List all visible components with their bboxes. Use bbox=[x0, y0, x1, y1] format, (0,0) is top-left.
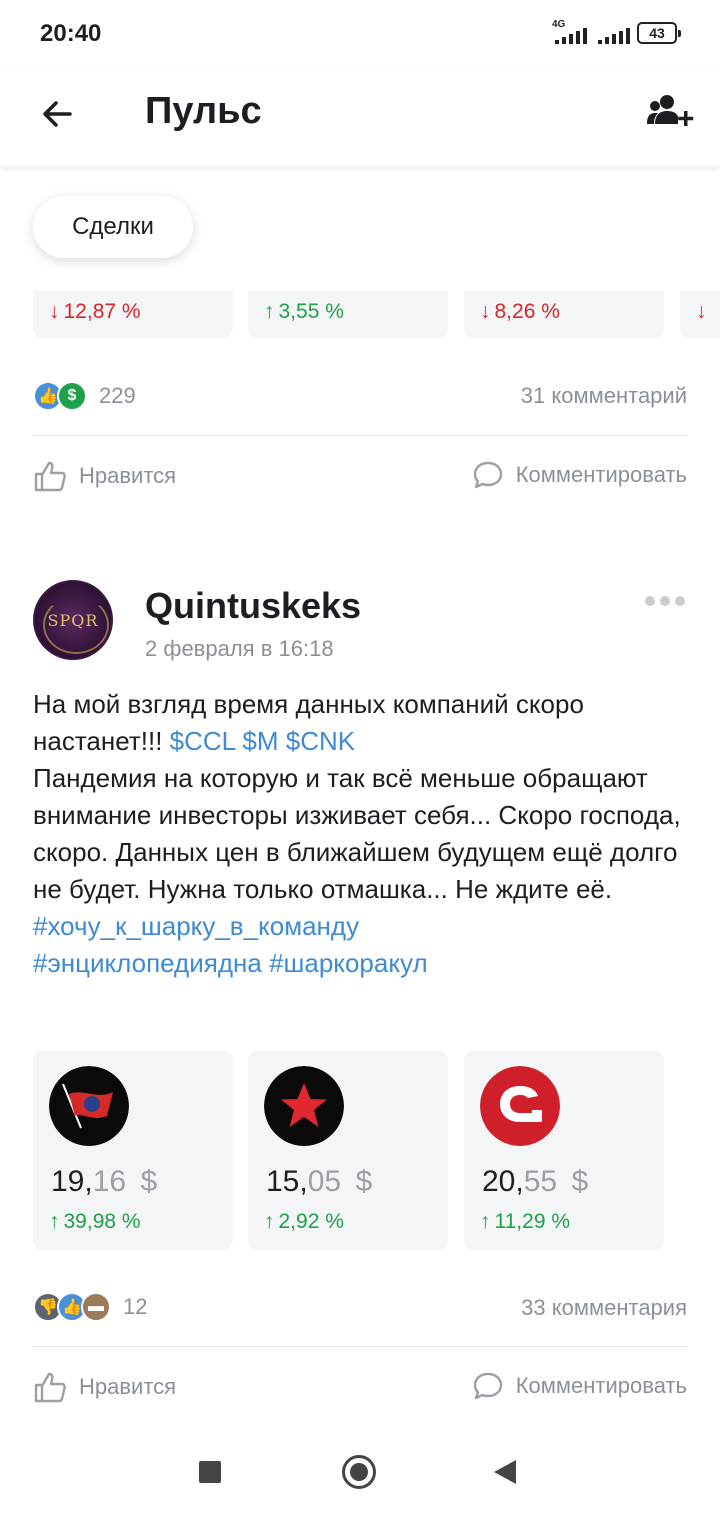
price-int: 19, bbox=[51, 1165, 93, 1198]
post-text-line: На мой взгляд время данных компаний скор… bbox=[33, 689, 584, 719]
filter-chip-deals[interactable]: Сделки bbox=[33, 196, 193, 258]
app-bar: Пульс bbox=[0, 70, 720, 166]
price-int: 20, bbox=[482, 1165, 524, 1198]
price-dec: 05 bbox=[307, 1165, 342, 1198]
reactions-summary[interactable]: 👍 $ 229 bbox=[33, 376, 136, 416]
change-value: 3,55 % bbox=[264, 300, 344, 323]
author-name[interactable]: Quintuskeks bbox=[145, 585, 361, 627]
comment-icon bbox=[473, 461, 502, 489]
reactions-count: 229 bbox=[99, 383, 136, 408]
price-currency: $ bbox=[355, 1165, 373, 1198]
ticker-price: 19,16 $ bbox=[51, 1165, 157, 1199]
dollar-reaction-icon: $ bbox=[57, 381, 87, 411]
back-nav-icon[interactable] bbox=[494, 1460, 516, 1484]
price-currency: $ bbox=[571, 1165, 589, 1198]
hashtag-link[interactable]: #шаркоракул bbox=[269, 948, 428, 978]
change-value: 8,26 % bbox=[480, 300, 560, 323]
status-time: 20:40 bbox=[40, 20, 102, 47]
home-icon[interactable] bbox=[342, 1455, 376, 1489]
hashtag-link[interactable]: #хочу_к_шарку_в_команду bbox=[33, 911, 359, 941]
ticker-card-cnk[interactable]: 20,55 $ 11,29 % bbox=[464, 1050, 664, 1250]
reactions-count: 12 bbox=[123, 1294, 148, 1319]
like-button[interactable]: Нравится bbox=[33, 460, 176, 492]
ticker-card[interactable]: 12,87 % bbox=[33, 290, 233, 338]
recents-icon[interactable] bbox=[199, 1461, 221, 1483]
avatar[interactable]: SPQR bbox=[33, 580, 113, 660]
price-int: 15, bbox=[266, 1165, 308, 1198]
like-label: Нравится bbox=[79, 1374, 177, 1399]
price-currency: $ bbox=[140, 1165, 158, 1198]
status-bar: 20:40 4G 43 bbox=[0, 0, 720, 70]
ticker-price: 15,05 $ bbox=[266, 1165, 372, 1199]
reactions-summary[interactable]: 👎 👍 ▬ 12 bbox=[33, 1287, 147, 1327]
battery-icon: 43 bbox=[637, 22, 681, 44]
ccl-logo-icon bbox=[49, 1066, 129, 1146]
price-dec: 55 bbox=[523, 1165, 558, 1198]
comment-label: Комментировать bbox=[515, 462, 687, 487]
more-icon[interactable] bbox=[645, 596, 685, 606]
like-label: Нравится bbox=[79, 463, 177, 488]
top-ticker-cards: 12,87 % 3,55 % 8,26 % bbox=[0, 290, 720, 340]
system-nav-bar bbox=[0, 1424, 720, 1520]
comment-icon bbox=[473, 1372, 502, 1400]
ticker-card[interactable]: 8,26 % bbox=[464, 290, 664, 338]
ticker-card-m[interactable]: 15,05 $ 2,92 % bbox=[248, 1050, 448, 1250]
price-dec: 16 bbox=[92, 1165, 127, 1198]
post-text-line: настанет!!! bbox=[33, 726, 163, 756]
ticker-card[interactable]: 3,55 % bbox=[248, 290, 448, 338]
post-date: 2 февраля в 16:18 bbox=[145, 636, 334, 661]
signal-icon-2 bbox=[598, 22, 630, 44]
comment-button[interactable]: Комментировать bbox=[472, 460, 687, 490]
signal-icon bbox=[555, 22, 587, 44]
like-icon bbox=[34, 461, 66, 492]
ticker-change: 39,98 % bbox=[49, 1210, 141, 1234]
post-text-body: Пандемия на которую и так всё меньше обр… bbox=[33, 763, 681, 904]
ticker-card-ccl[interactable]: 19,16 $ 39,98 % bbox=[33, 1050, 233, 1250]
cinemark-logo-icon bbox=[480, 1066, 560, 1146]
ticker-links[interactable]: $CCL $M $CNK bbox=[170, 726, 355, 756]
comments-count[interactable]: 31 комментарий bbox=[521, 383, 687, 409]
like-button[interactable]: Нравится bbox=[33, 1371, 176, 1403]
sofa-reaction-icon: ▬ bbox=[81, 1292, 111, 1322]
hashtag-link[interactable]: #энциклопедиядна bbox=[33, 948, 262, 978]
post-body: На мой взгляд время данных компаний скор… bbox=[33, 686, 693, 982]
page-title: Пульс bbox=[145, 90, 262, 132]
add-user-icon[interactable] bbox=[646, 92, 696, 132]
ticker-card[interactable] bbox=[680, 290, 720, 338]
comment-button[interactable]: Комментировать bbox=[472, 1371, 687, 1401]
ticker-change: 11,29 % bbox=[480, 1210, 571, 1234]
avatar-text: SPQR bbox=[47, 610, 99, 630]
comment-label: Комментировать bbox=[515, 1373, 687, 1398]
back-arrow-icon[interactable] bbox=[36, 92, 80, 136]
comments-count[interactable]: 33 комментария bbox=[521, 1295, 687, 1321]
change-arrow-icon bbox=[696, 300, 711, 323]
divider bbox=[33, 435, 687, 436]
macys-star-logo-icon bbox=[264, 1066, 344, 1146]
like-icon bbox=[34, 1372, 66, 1403]
change-value: 12,87 % bbox=[49, 300, 141, 323]
divider bbox=[33, 1346, 687, 1347]
ticker-change: 2,92 % bbox=[264, 1210, 344, 1234]
ticker-price: 20,55 $ bbox=[482, 1165, 588, 1199]
